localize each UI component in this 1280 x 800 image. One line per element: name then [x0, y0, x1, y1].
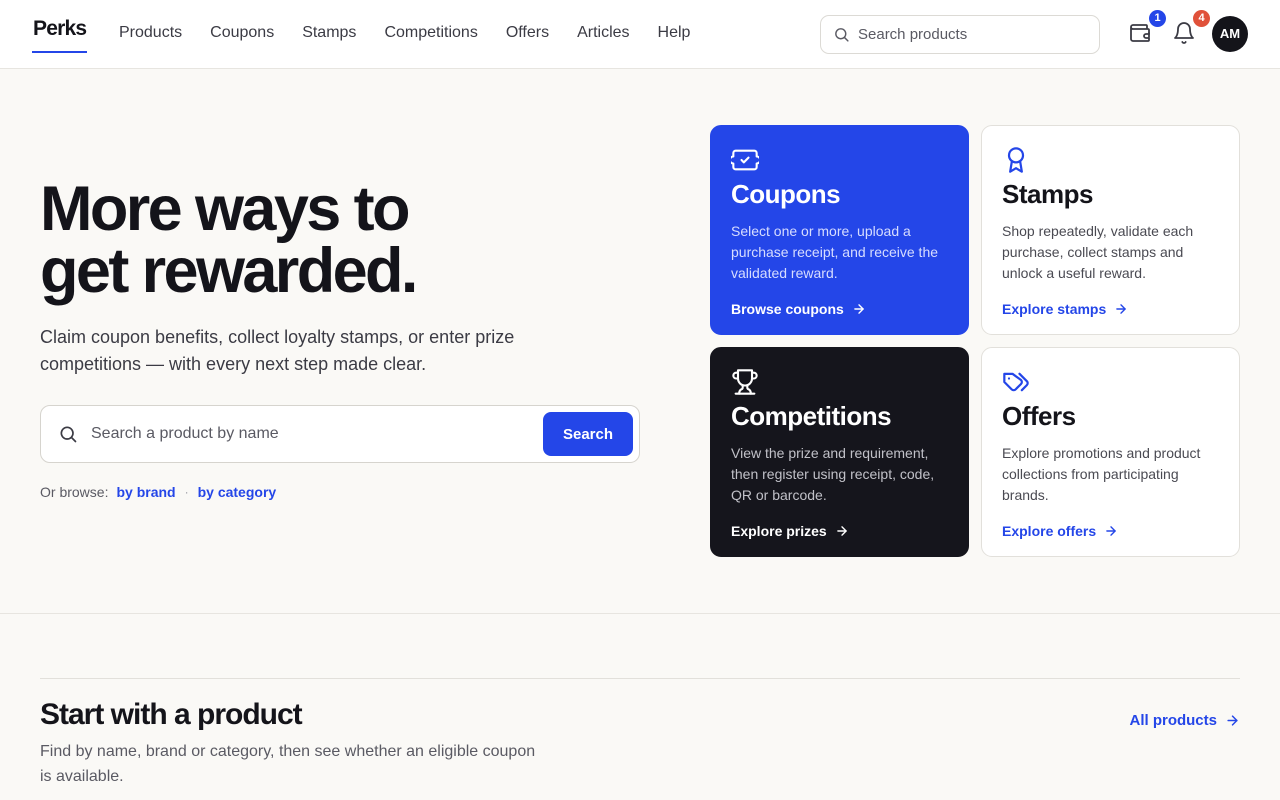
- nav-item-competitions[interactable]: Competitions: [384, 24, 477, 42]
- wallet-icon: [1128, 21, 1154, 45]
- browse-links: Or browse: by brand · by category: [40, 484, 276, 500]
- offers-card[interactable]: Offers Explore promotions and product co…: [981, 347, 1240, 557]
- coupons-card[interactable]: Coupons Select one or more, upload a pur…: [710, 125, 969, 335]
- award-icon: [1002, 146, 1219, 174]
- explore-prizes-link[interactable]: Explore prizes: [731, 523, 948, 539]
- hero-title: More ways to get rewarded.: [40, 178, 600, 303]
- arrow-right-icon: [1106, 302, 1128, 316]
- nav-item-articles[interactable]: Articles: [577, 24, 629, 42]
- notifications-count-badge: 4: [1193, 10, 1210, 27]
- bell-icon: [1172, 21, 1198, 45]
- card-description: Select one or more, upload a purchase re…: [731, 223, 939, 281]
- section-subtitle: Find by name, brand or category, then se…: [40, 743, 536, 785]
- hero-title-line2: get rewarded.: [40, 236, 418, 306]
- wallet-button[interactable]: 1: [1128, 10, 1166, 47]
- browse-by-brand-link[interactable]: by brand: [116, 484, 175, 500]
- search-button[interactable]: Search: [543, 412, 633, 456]
- logo[interactable]: Perks: [32, 17, 88, 53]
- browse-by-category-link[interactable]: by category: [198, 484, 277, 500]
- arrow-right-icon: [827, 524, 849, 538]
- card-link-label: Explore prizes: [731, 523, 827, 539]
- nav-item-stamps[interactable]: Stamps: [302, 24, 356, 42]
- nav-item-offers[interactable]: Offers: [506, 24, 549, 42]
- competitions-card[interactable]: Competitions View the prize and requirem…: [710, 347, 969, 557]
- header-search-input[interactable]: [858, 26, 1088, 43]
- section-title: Start with a product: [40, 698, 303, 731]
- arrow-right-icon: [1217, 713, 1240, 728]
- browse-label: Or browse:: [40, 484, 109, 500]
- section-divider: [0, 613, 1280, 614]
- section-rule: [40, 678, 1240, 679]
- nav-item-products[interactable]: Products: [119, 24, 182, 42]
- card-description: Shop repeatedly, validate each purchase,…: [1002, 223, 1194, 281]
- browse-coupons-link[interactable]: Browse coupons: [731, 301, 948, 317]
- nav-item-coupons[interactable]: Coupons: [210, 24, 274, 42]
- card-title: Stamps: [1002, 179, 1093, 209]
- hero-title-line1: More ways to: [40, 174, 411, 244]
- main-nav: Products Coupons Stamps Competitions Off…: [119, 24, 718, 42]
- card-title: Competitions: [731, 401, 892, 431]
- hero-search-box: Search: [40, 405, 640, 463]
- top-navigation-bar: Perks Products Coupons Stamps Competitio…: [0, 0, 1280, 69]
- notifications-button[interactable]: 4: [1172, 10, 1210, 47]
- browse-separator: ·: [184, 485, 189, 499]
- explore-stamps-link[interactable]: Explore stamps: [1002, 301, 1219, 317]
- nav-item-help[interactable]: Help: [658, 24, 691, 42]
- wallet-count-badge: 1: [1149, 10, 1166, 27]
- arrow-right-icon: [844, 302, 866, 316]
- card-link-label: Browse coupons: [731, 301, 844, 317]
- ticket-icon: [731, 146, 948, 174]
- user-avatar[interactable]: AM: [1212, 16, 1248, 52]
- all-products-label: All products: [1129, 712, 1217, 729]
- card-link-label: Explore offers: [1002, 523, 1097, 539]
- trophy-icon: [731, 368, 948, 396]
- all-products-link[interactable]: All products: [1129, 712, 1240, 729]
- arrow-right-icon: [1096, 524, 1118, 538]
- card-title: Offers: [1002, 401, 1076, 431]
- search-icon: [833, 26, 850, 43]
- header-search-box: [820, 15, 1100, 54]
- stamps-card[interactable]: Stamps Shop repeatedly, validate each pu…: [981, 125, 1240, 335]
- card-description: Explore promotions and product collectio…: [1002, 445, 1201, 503]
- card-link-label: Explore stamps: [1002, 301, 1107, 317]
- hero-subtitle: Claim coupon benefits, collect loyalty s…: [40, 327, 515, 374]
- card-description: View the prize and requirement, then reg…: [731, 445, 935, 503]
- hero-search-input[interactable]: [91, 425, 521, 443]
- tag-icon: [1002, 368, 1219, 396]
- search-icon: [58, 424, 78, 444]
- explore-offers-link[interactable]: Explore offers: [1002, 523, 1219, 539]
- card-title: Coupons: [731, 179, 841, 209]
